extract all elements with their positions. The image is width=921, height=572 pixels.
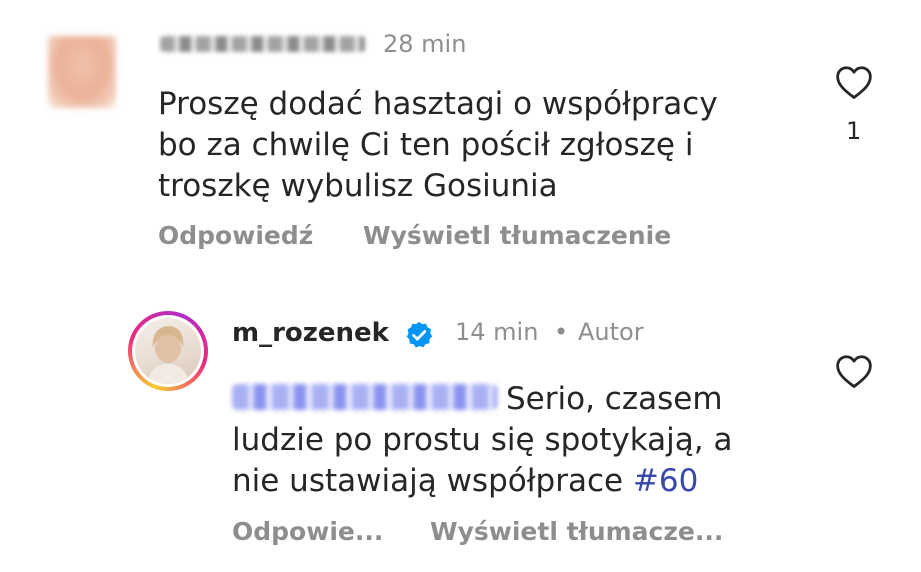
separator-dot: • (554, 318, 569, 346)
username[interactable]: m_rozenek (232, 318, 389, 348)
like-count: 1 (846, 117, 862, 145)
heart-outline-icon[interactable] (834, 64, 874, 100)
translate-button[interactable]: Wyświetl tłumaczenie (363, 221, 671, 250)
translate-button[interactable]: Wyświetl tłumacze... (430, 517, 723, 546)
verified-badge-icon (404, 320, 434, 350)
reply-button[interactable]: Odpowiedź (158, 221, 313, 250)
avatar[interactable] (48, 36, 116, 108)
comment-line: Serio, czasem (506, 381, 723, 417)
mention-redacted[interactable] (232, 384, 497, 410)
comment-line: nie ustawiają współprace (232, 463, 624, 499)
comment-line-with-hashtag: nie ustawiają współprace #60 (232, 461, 698, 502)
comment-time: 14 min (455, 318, 539, 346)
comment-text: Proszę dodać hasztagi o współpracy bo za… (158, 84, 718, 207)
username-redacted[interactable] (160, 36, 365, 52)
comment-line: ludzie po prostu się spotykają, a (232, 422, 733, 458)
comment-line: bo za chwilę Ci ten pościł zgłoszę i (158, 127, 694, 163)
author-label: Autor (578, 318, 644, 346)
hashtag-link[interactable]: #60 (633, 463, 698, 499)
avatar[interactable] (128, 311, 208, 391)
reply-button[interactable]: Odpowie... (232, 517, 383, 546)
comment-line: Proszę dodać hasztagi o współpracy (158, 86, 718, 122)
comment-line: troszkę wybulisz Gosiunia (158, 168, 558, 204)
heart-outline-icon[interactable] (834, 353, 874, 389)
comment-time: 28 min (383, 30, 467, 58)
